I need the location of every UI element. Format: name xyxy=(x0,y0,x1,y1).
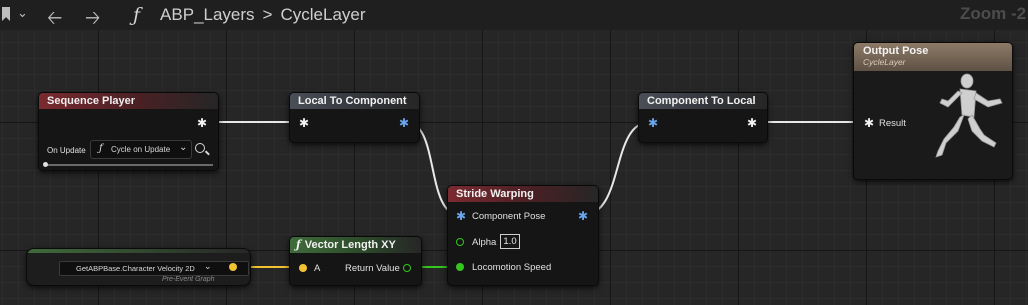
component-to-local-node[interactable]: Component To Local ✱ ✱ xyxy=(638,92,768,143)
vector-input-pin[interactable] xyxy=(299,264,307,272)
component-pose-input-pin[interactable]: ✱ xyxy=(456,210,466,222)
pose-input-pin[interactable]: ✱ xyxy=(299,117,309,129)
return-value-label: Return Value xyxy=(345,263,400,274)
alpha-label: Alpha xyxy=(472,237,497,248)
component-pose-output-pin[interactable]: ✱ xyxy=(578,210,588,222)
get-property-node[interactable]: GetABPBase.Character Velocity 2D ⌄ Pre-E… xyxy=(26,248,251,286)
alpha-pin[interactable] xyxy=(456,238,464,246)
pose-output-pin[interactable]: ✱ xyxy=(197,117,207,129)
output-pose-header: Output Pose CycleLayer xyxy=(854,43,1012,71)
vector-length-xy-node[interactable]: ƒ Vector Length XY A Return Value xyxy=(289,236,422,286)
running-mannequin-icon xyxy=(935,73,1003,158)
locomotion-speed-label: Locomotion Speed xyxy=(472,262,552,273)
result-label: Result xyxy=(879,118,906,129)
search-icon-handle xyxy=(205,150,210,156)
search-icon[interactable] xyxy=(195,143,205,153)
input-a-label: A xyxy=(314,263,321,274)
on-update-dropdown[interactable]: ƒ Cycle on Update ⌄ xyxy=(90,140,192,159)
property-subtitle: Pre-Event Graph xyxy=(162,276,215,283)
local-to-component-node[interactable]: Local To Component ✱ ✱ xyxy=(289,92,420,143)
chevron-down-icon: ⌄ xyxy=(179,142,188,153)
vector-output-pin[interactable] xyxy=(229,263,237,271)
function-icon: ƒ xyxy=(296,238,301,251)
node-title: Component To Local xyxy=(639,93,767,109)
output-pose-node[interactable]: Output Pose CycleLayer ✱ Result xyxy=(853,42,1013,180)
pose-output-pin[interactable]: ✱ xyxy=(747,117,757,129)
node-title: Output Pose xyxy=(863,45,929,57)
property-dropdown[interactable]: GetABPBase.Character Velocity 2D ⌄ xyxy=(59,261,249,276)
component-pose-input-pin[interactable]: ✱ xyxy=(648,117,658,129)
return-value-pin[interactable] xyxy=(403,264,411,272)
stride-warping-node[interactable]: Stride Warping ✱ Component Pose ✱ Alpha … xyxy=(447,185,599,286)
property-value: GetABPBase.Character Velocity 2D xyxy=(76,264,195,273)
node-header: ƒ Vector Length XY xyxy=(290,237,421,253)
sequence-player-node[interactable]: Sequence Player ✱ On Update ƒ Cycle on U… xyxy=(38,92,219,171)
node-title: Sequence Player xyxy=(39,93,218,109)
function-icon: ƒ xyxy=(99,143,103,154)
alpha-value-field[interactable]: 1.0 xyxy=(500,234,520,249)
node-subtitle: CycleLayer xyxy=(863,57,906,67)
playback-progress-bar[interactable] xyxy=(45,164,213,166)
result-input-pin[interactable]: ✱ xyxy=(864,117,874,129)
on-update-value: Cycle on Update xyxy=(111,145,171,154)
component-pose-label: Component Pose xyxy=(472,211,546,222)
on-update-label: On Update xyxy=(47,146,86,155)
node-title: Local To Component xyxy=(290,93,419,109)
component-pose-output-pin[interactable]: ✱ xyxy=(399,117,409,129)
node-title: Stride Warping xyxy=(448,186,598,202)
property-header-strip xyxy=(27,249,250,253)
node-title: Vector Length XY xyxy=(304,239,396,251)
playback-progress-handle[interactable] xyxy=(43,162,48,167)
chevron-down-icon: ⌄ xyxy=(204,261,212,271)
locomotion-speed-pin[interactable] xyxy=(456,263,464,271)
